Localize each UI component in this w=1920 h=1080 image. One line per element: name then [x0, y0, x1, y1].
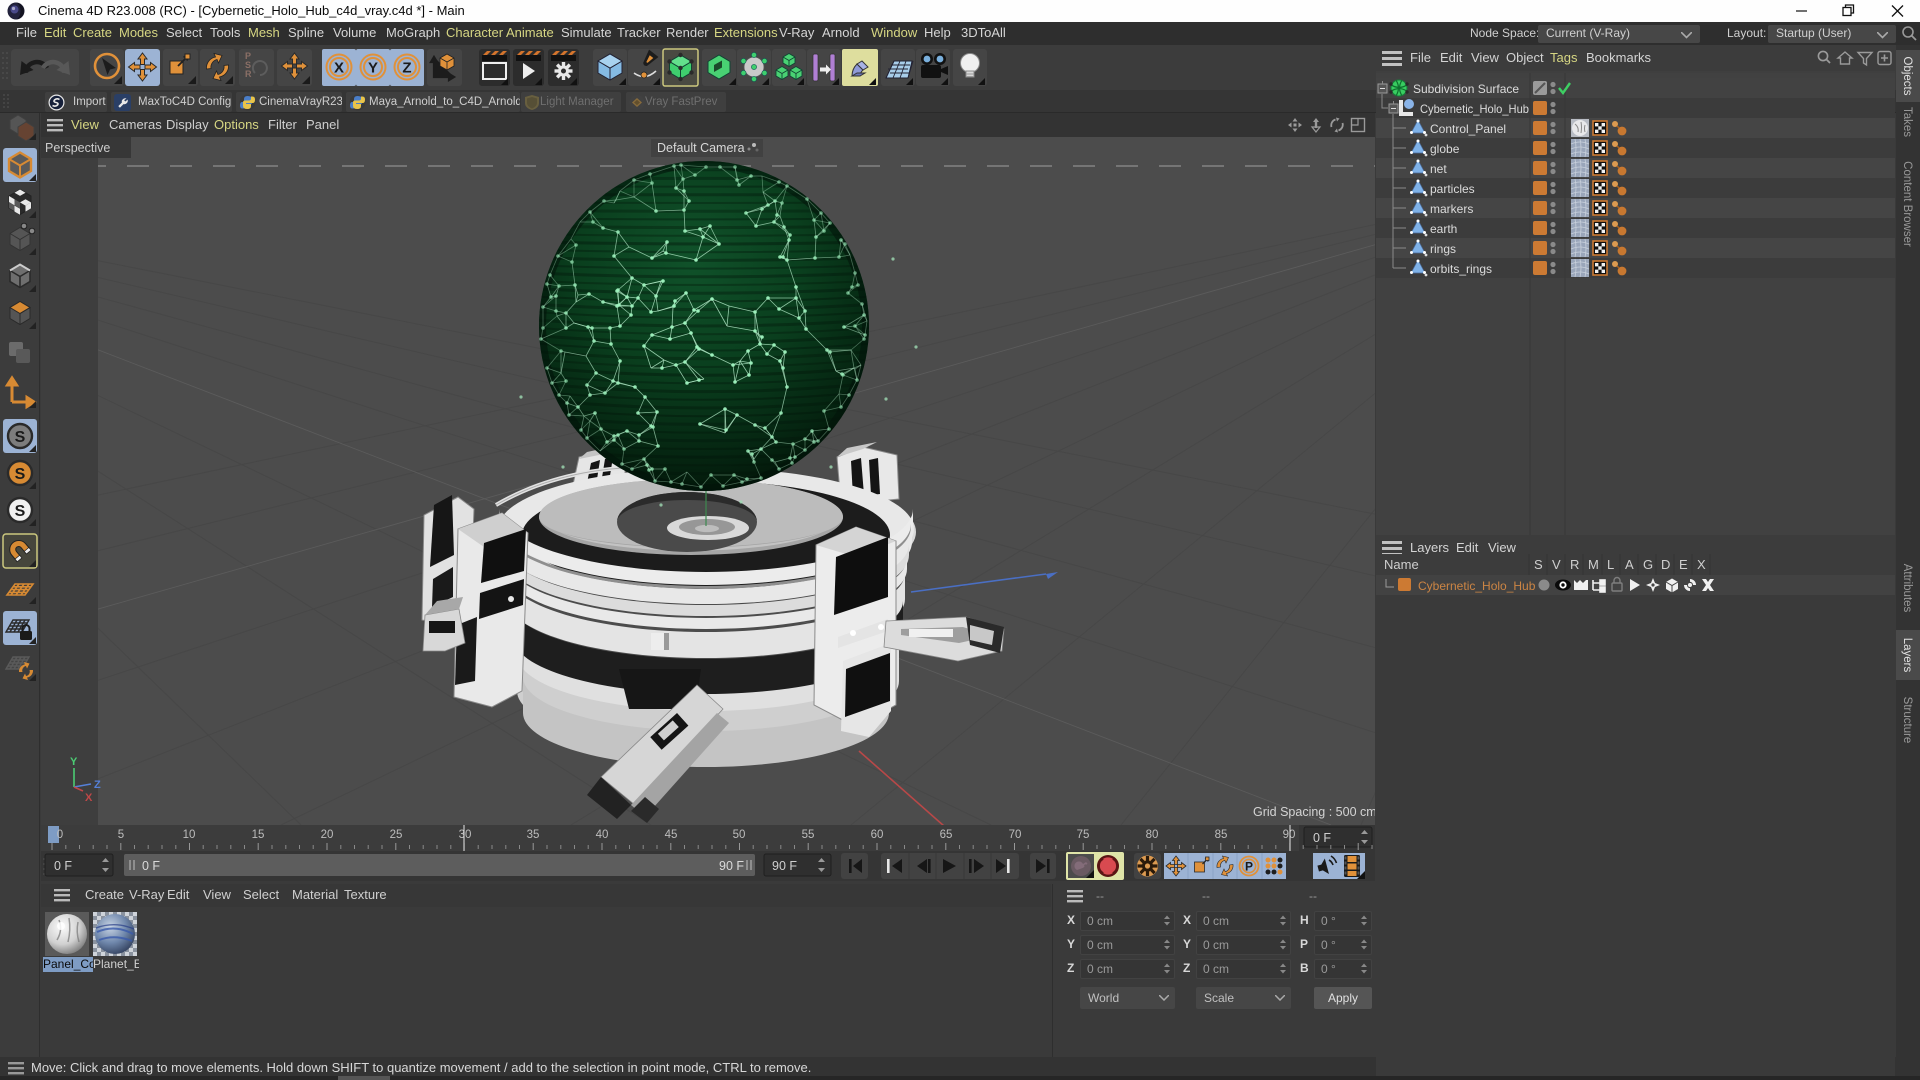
svg-text:Z: Z: [402, 60, 411, 77]
svg-text:particles: particles: [1430, 182, 1475, 196]
svg-text:35: 35: [527, 829, 540, 841]
svg-text:85: 85: [1215, 829, 1228, 841]
svg-text:net: net: [1430, 162, 1447, 176]
svg-text:Takes: Takes: [1901, 107, 1913, 137]
svg-text:30: 30: [459, 829, 472, 841]
svg-text:markers: markers: [1430, 202, 1473, 216]
svg-text:X: X: [334, 60, 344, 77]
svg-text:70: 70: [1009, 829, 1022, 841]
svg-text:90 F: 90 F: [772, 859, 797, 873]
svg-text:75: 75: [1077, 829, 1090, 841]
svg-text:globe: globe: [1430, 142, 1460, 156]
svg-text:Name: Name: [1384, 557, 1419, 572]
svg-text:50: 50: [733, 829, 746, 841]
svg-text:40: 40: [596, 829, 609, 841]
svg-text:earth: earth: [1430, 222, 1457, 236]
svg-text:D: D: [1661, 557, 1670, 572]
svg-text:P: P: [1245, 860, 1253, 874]
svg-text:Perspective: Perspective: [45, 141, 110, 155]
svg-text:60: 60: [871, 829, 884, 841]
svg-text:Structure: Structure: [1901, 697, 1913, 744]
svg-text:Objects: Objects: [1901, 57, 1913, 96]
svg-text:S: S: [15, 429, 26, 446]
svg-text:S: S: [15, 466, 26, 483]
svg-text:E: E: [1679, 557, 1688, 572]
svg-text:15: 15: [252, 829, 265, 841]
svg-text:R: R: [245, 69, 252, 79]
svg-text:90: 90: [1283, 829, 1296, 841]
svg-text:65: 65: [940, 829, 953, 841]
svg-text:L: L: [1607, 557, 1614, 572]
svg-text:20: 20: [321, 829, 334, 841]
svg-text:0 F: 0 F: [142, 859, 160, 873]
svg-text:Control_Panel: Control_Panel: [1430, 122, 1506, 136]
svg-text:S: S: [1534, 557, 1543, 572]
svg-text:Y: Y: [368, 60, 378, 77]
svg-text:G: G: [1643, 557, 1653, 572]
svg-text:Y: Y: [70, 756, 78, 768]
svg-text:5: 5: [118, 829, 124, 841]
svg-text:Default Camera: Default Camera: [657, 141, 745, 155]
svg-text:M: M: [1588, 557, 1599, 572]
svg-text:S: S: [15, 503, 26, 520]
svg-text:Content Browser: Content Browser: [1901, 161, 1913, 247]
svg-text:Layers: Layers: [1901, 638, 1913, 673]
svg-text:80: 80: [1146, 829, 1159, 841]
svg-text:0: 0: [57, 829, 63, 841]
svg-text:rings: rings: [1430, 242, 1456, 256]
svg-text:Z: Z: [94, 779, 101, 791]
svg-text:X: X: [85, 792, 93, 804]
svg-text:R: R: [1570, 557, 1579, 572]
svg-text:Attributes: Attributes: [1901, 564, 1913, 613]
svg-text:A: A: [1625, 557, 1634, 572]
svg-text:25: 25: [390, 829, 403, 841]
svg-text:orbits_rings: orbits_rings: [1430, 262, 1492, 276]
svg-text:10: 10: [183, 829, 196, 841]
svg-text:X: X: [1697, 557, 1706, 572]
svg-text:Grid Spacing : 500 cm: Grid Spacing : 500 cm: [1253, 805, 1375, 819]
svg-text:0 F: 0 F: [54, 859, 72, 873]
svg-text:Subdivision Surface: Subdivision Surface: [1413, 82, 1519, 96]
svg-text:55: 55: [802, 829, 815, 841]
svg-text:Cybernetic_Holo_Hub: Cybernetic_Holo_Hub: [1418, 579, 1536, 593]
svg-text:Cybernetic_Holo_Hub: Cybernetic_Holo_Hub: [1420, 102, 1529, 116]
svg-text:45: 45: [665, 829, 678, 841]
svg-text:90 F: 90 F: [719, 859, 744, 873]
svg-text:V: V: [1552, 557, 1561, 572]
